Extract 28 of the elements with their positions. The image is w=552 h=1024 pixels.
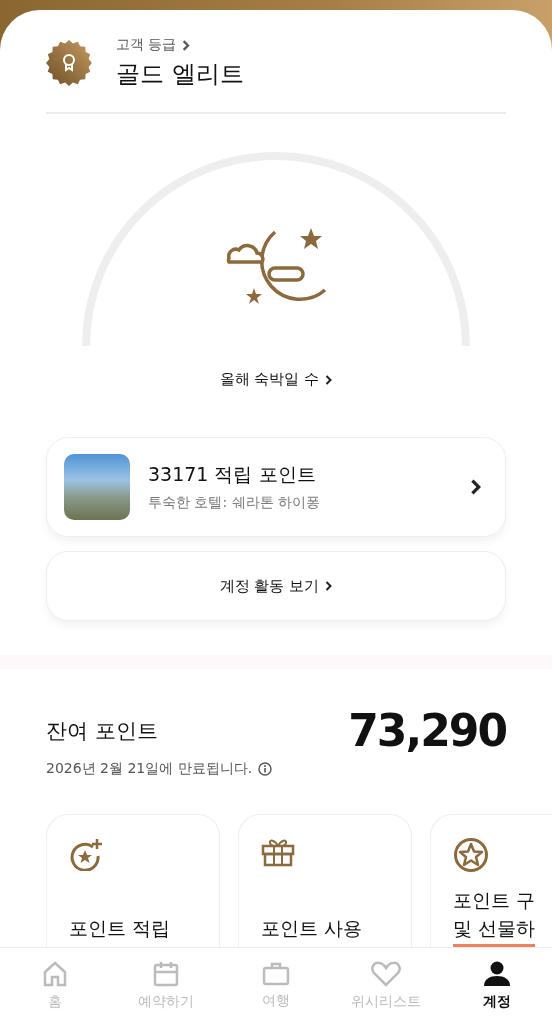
photo-placeholder: [64, 454, 130, 520]
gift-icon: [261, 837, 295, 867]
tier-caption[interactable]: 고객 등급: [116, 36, 177, 54]
balance-label: 잔여 포인트: [46, 717, 158, 745]
tab-item[interactable]: 계정: [446, 961, 547, 1011]
star-plus-icon: [69, 837, 105, 871]
chevron-icon: [469, 479, 481, 495]
person-icon: [482, 961, 511, 987]
balance-value: 73,290: [348, 705, 506, 756]
star-circle-icon: [453, 837, 489, 873]
chevron-icon: [325, 581, 333, 591]
points-card[interactable]: 33171 적립 포인트 투숙한 호텔: 쉐라톤 하이퐁: [46, 437, 506, 537]
hotel-subtitle: 투숙한 호텔: 쉐라톤 하이퐁: [148, 494, 322, 512]
tile-label: 포인트 사용: [261, 916, 363, 941]
tier-name: 골드 엘리트: [116, 59, 244, 90]
chevron-icon: [325, 374, 333, 385]
badge-icon: [46, 40, 92, 86]
tile-label: 포인트 적립: [69, 916, 171, 941]
activity-button[interactable]: 계정 활동 보기: [46, 551, 506, 621]
stays-link[interactable]: 올해 숙박일 수: [219, 370, 333, 389]
expiry-text: 2026년 2월 21일에 만료됩니다.: [46, 760, 253, 778]
info-icon[interactable]: [258, 762, 273, 776]
points-title: 33171 적립 포인트: [148, 462, 317, 487]
heart-icon: [371, 961, 402, 987]
suitcase-icon: [261, 962, 290, 986]
home-icon: [43, 961, 68, 987]
calendar-icon: [152, 961, 179, 987]
chevron-icon: [182, 39, 191, 51]
